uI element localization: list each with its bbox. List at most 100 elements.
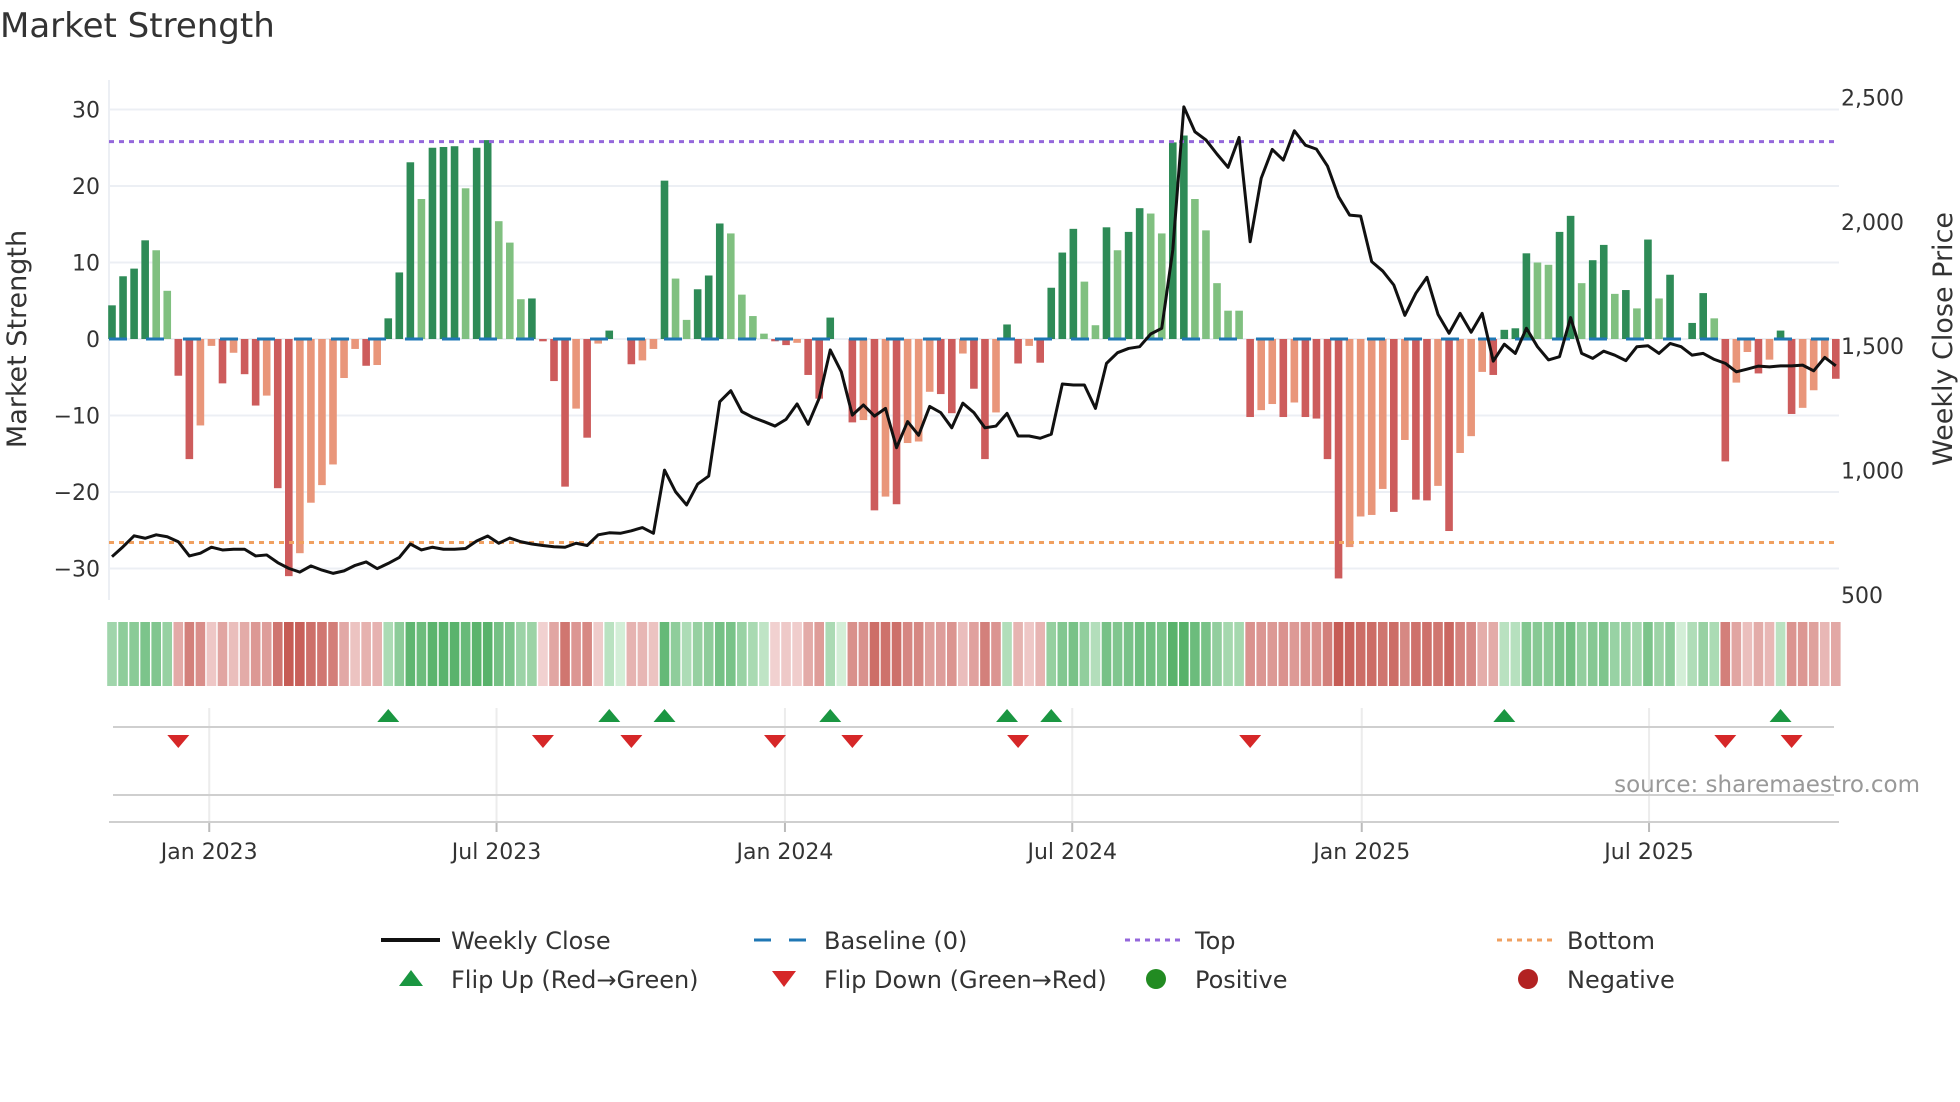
heat-cell bbox=[284, 622, 294, 686]
heat-cell bbox=[858, 622, 869, 686]
heat-cell bbox=[1212, 622, 1222, 686]
heat-cell bbox=[1377, 622, 1388, 686]
heat-cell bbox=[1002, 622, 1012, 686]
strength-bar bbox=[1699, 293, 1707, 339]
strength-bar bbox=[174, 339, 183, 376]
heat-cell bbox=[1786, 622, 1797, 686]
strength-bar bbox=[1666, 274, 1674, 339]
strength-bar bbox=[1180, 135, 1188, 339]
strength-bar bbox=[1412, 339, 1420, 500]
heat-cell bbox=[140, 622, 150, 686]
strength-bar bbox=[1323, 339, 1332, 460]
heat-cell bbox=[1477, 622, 1487, 686]
heat-cell bbox=[416, 622, 427, 686]
heat-cell bbox=[1455, 622, 1465, 686]
strength-bar bbox=[1135, 208, 1144, 339]
strength-bar bbox=[583, 339, 591, 438]
heat-cell bbox=[781, 622, 791, 686]
x-tick-label: Jan 2025 bbox=[1311, 840, 1410, 865]
legend-triangle-down-icon bbox=[772, 971, 796, 987]
heat-cell bbox=[361, 622, 371, 686]
strength-bar bbox=[870, 339, 879, 511]
x-tick-label: Jul 2023 bbox=[450, 840, 542, 865]
heat-cell bbox=[1400, 622, 1410, 686]
strength-bar bbox=[572, 339, 580, 409]
heat-cell bbox=[1234, 622, 1244, 686]
heat-cell bbox=[1289, 622, 1300, 686]
strength-bar bbox=[1345, 339, 1354, 548]
heat-cell bbox=[1245, 622, 1255, 686]
strength-bar bbox=[1500, 329, 1509, 339]
strength-bar bbox=[185, 339, 194, 460]
heat-cell bbox=[471, 622, 482, 686]
strength-bar bbox=[1224, 310, 1232, 339]
strength-bar bbox=[329, 339, 337, 465]
heat-cell bbox=[1797, 622, 1808, 686]
legend-label: Positive bbox=[1195, 966, 1288, 994]
heat-cell bbox=[1466, 622, 1476, 686]
heat-cell bbox=[703, 622, 714, 686]
heat-cell bbox=[1831, 622, 1841, 686]
heat-cell bbox=[449, 622, 460, 686]
heat-cell bbox=[438, 622, 449, 686]
heat-cell bbox=[1808, 622, 1819, 686]
legend-circle-icon bbox=[1146, 969, 1166, 989]
strength-bar bbox=[638, 339, 647, 361]
heat-cell bbox=[637, 622, 648, 686]
heat-cell bbox=[1267, 622, 1278, 686]
strength-bar bbox=[450, 146, 459, 339]
heat-cell bbox=[460, 622, 471, 686]
flip-up-marker bbox=[598, 709, 621, 722]
heat-cell bbox=[516, 622, 526, 686]
heat-cell bbox=[1046, 622, 1057, 686]
strength-bar bbox=[1644, 239, 1652, 339]
legend-label: Top bbox=[1194, 927, 1236, 955]
heat-cell bbox=[726, 622, 736, 686]
strength-bar bbox=[1423, 339, 1431, 501]
strength-bar bbox=[539, 339, 547, 342]
strength-bar bbox=[428, 147, 437, 339]
strength-bar bbox=[517, 299, 525, 339]
strength-bar bbox=[1688, 322, 1696, 339]
legend-item: Top bbox=[1125, 927, 1236, 955]
legend-label: Weekly Close bbox=[451, 927, 611, 955]
strength-bar bbox=[826, 317, 835, 339]
strength-bar bbox=[550, 339, 558, 382]
y2-tick-label: 1,500 bbox=[1841, 335, 1904, 360]
heat-cell bbox=[549, 622, 559, 686]
heat-cell bbox=[394, 622, 405, 686]
strength-bar bbox=[1146, 213, 1155, 339]
strength-bar bbox=[760, 333, 768, 339]
strength-bar bbox=[1732, 339, 1741, 383]
x-tick-label: Jul 2024 bbox=[1025, 840, 1117, 865]
strength-bar bbox=[627, 339, 636, 365]
heat-cell bbox=[527, 622, 537, 686]
strength-bar bbox=[1710, 318, 1719, 339]
legend-label: Baseline (0) bbox=[824, 927, 967, 955]
heat-cell bbox=[935, 622, 946, 686]
y-tick-label: −10 bbox=[54, 405, 100, 430]
heat-cell bbox=[1179, 622, 1189, 686]
x-tick-label: Jan 2024 bbox=[734, 840, 833, 865]
heat-cell bbox=[217, 622, 228, 686]
heat-cell bbox=[1764, 622, 1775, 686]
heat-cell bbox=[493, 622, 504, 686]
strength-bar bbox=[119, 276, 127, 339]
heat-cell bbox=[1389, 622, 1399, 686]
heat-cell bbox=[1024, 622, 1034, 686]
strength-bar bbox=[362, 339, 370, 366]
flip-up-marker bbox=[1769, 709, 1792, 722]
strength-bar bbox=[981, 339, 989, 460]
heat-cell bbox=[1256, 622, 1266, 686]
strength-bar bbox=[1312, 339, 1321, 419]
heat-cell bbox=[1101, 622, 1112, 686]
strength-bar bbox=[152, 250, 160, 339]
heat-cell bbox=[814, 622, 824, 686]
strength-bar bbox=[1390, 339, 1398, 512]
x-tick-label: Jan 2023 bbox=[159, 840, 258, 865]
strength-bar bbox=[285, 339, 293, 577]
strength-bar bbox=[649, 339, 658, 349]
strength-bar bbox=[307, 339, 315, 503]
legend-label: Flip Down (Green→Red) bbox=[824, 966, 1107, 994]
heat-cell bbox=[626, 622, 637, 686]
